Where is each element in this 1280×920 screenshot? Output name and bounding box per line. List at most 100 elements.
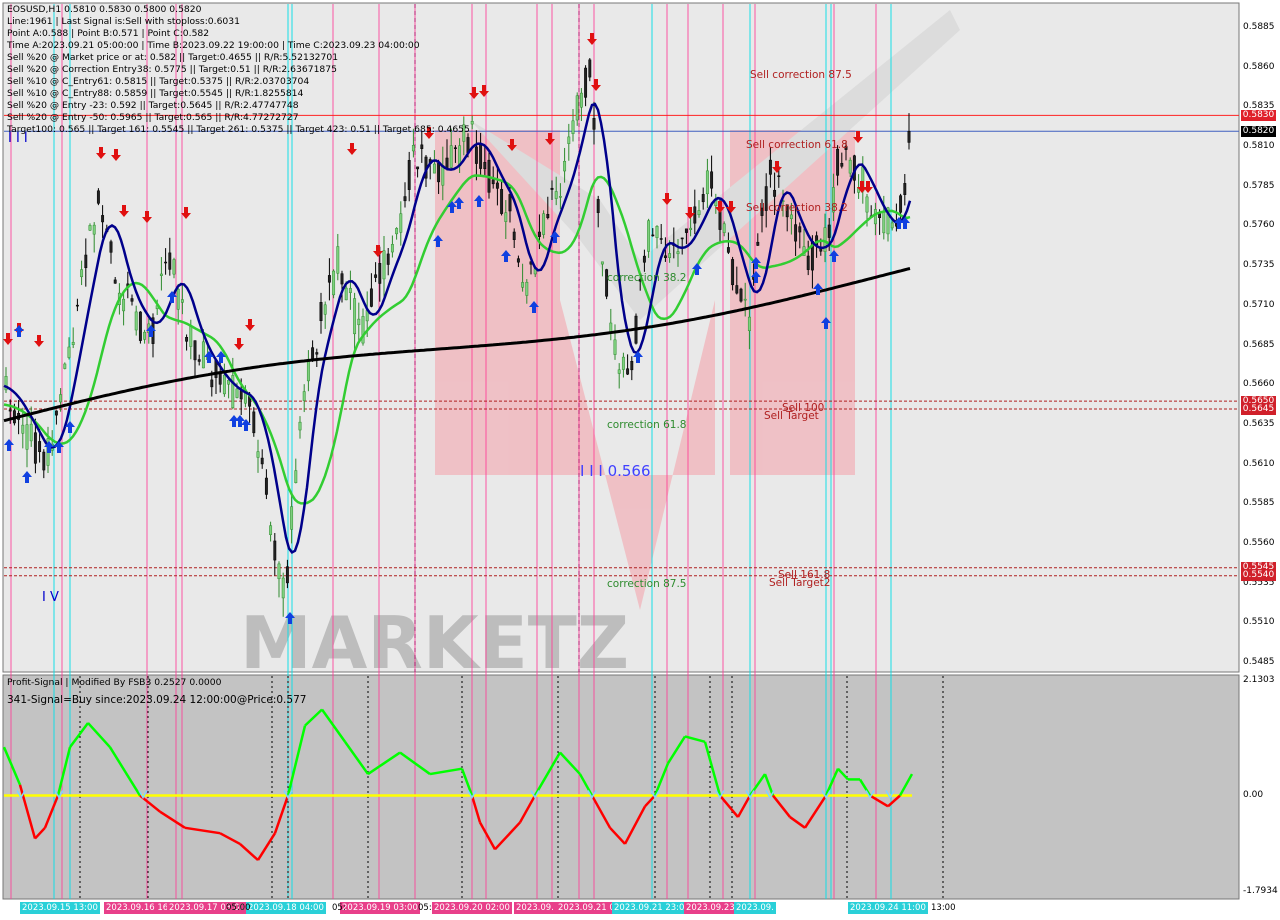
candle-body — [332, 270, 336, 296]
candle-body — [676, 251, 680, 255]
candle-body — [80, 269, 84, 278]
candle-body — [453, 147, 457, 149]
candle-body — [882, 211, 886, 234]
candle-body — [890, 222, 894, 229]
price-tick-label: 0.5710 — [1243, 299, 1275, 310]
info-line: Sell %20 @ Market price or at: 0.582 || … — [7, 52, 339, 63]
candle-body — [298, 421, 302, 431]
candle-body — [756, 241, 760, 246]
candle-body — [25, 424, 29, 450]
candle-body — [836, 148, 840, 176]
candle-body — [655, 226, 659, 238]
candle-body — [382, 250, 386, 280]
price-marker-box: 0.5645 — [1241, 403, 1276, 415]
candle-body — [277, 563, 281, 580]
candle-body — [75, 304, 79, 307]
candle-body — [311, 347, 315, 360]
candle-body — [449, 145, 453, 168]
candle-body — [483, 162, 487, 170]
time-label: 2023.09.21 23:00 — [612, 902, 692, 914]
candle-body — [172, 259, 176, 275]
candle-body — [285, 566, 289, 584]
candle-body — [768, 159, 772, 175]
price-tick-label: 0.5735 — [1243, 260, 1275, 271]
candle-body — [252, 411, 256, 434]
info-line: Sell %20 @ Entry -23: 0.592 || Target:0.… — [7, 100, 299, 111]
candle-body — [273, 540, 277, 561]
candle-body — [508, 194, 512, 212]
time-label: 2023.09.23 — [684, 902, 737, 914]
candle-body — [558, 196, 562, 198]
candle-body — [735, 285, 739, 294]
time-label-plain: 05:00 — [226, 903, 251, 913]
candle-body — [269, 525, 273, 535]
candle-body — [353, 298, 357, 335]
wave-label-iii-price: I I I 0.566 — [580, 462, 651, 480]
candle-body — [63, 363, 67, 369]
candle-body — [575, 95, 579, 121]
candle-body — [348, 288, 352, 293]
annotation-sell-correction-382: Sell correction 38.2 — [746, 202, 848, 214]
candle-body — [8, 409, 12, 412]
info-line: Sell %20 @ Entry -50: 0.5965 || Target:0… — [7, 112, 299, 123]
candle-body — [189, 326, 193, 347]
info-panel: EOSUSD,H1 0.5810 0.5830 0.5800 0.5820 Li… — [7, 4, 470, 136]
candle-body — [743, 298, 747, 301]
candle-body — [773, 189, 777, 197]
candle-body — [525, 281, 529, 296]
candle-body — [613, 339, 617, 355]
candle-body — [903, 183, 907, 195]
candle-body — [319, 302, 323, 322]
candle-body — [235, 388, 239, 398]
price-marker-box: 0.5830 — [1241, 109, 1276, 121]
candle-body — [474, 146, 478, 164]
info-line: Sell %20 @ Correction Entry38: 0.5775 ||… — [7, 64, 337, 75]
candle-body — [571, 120, 575, 134]
candle-body — [588, 59, 592, 78]
wave-label-iii: I I I — [8, 131, 28, 146]
price-tick-label: 0.5510 — [1243, 617, 1275, 628]
candle-body — [180, 299, 184, 303]
price-tick-label: 0.5560 — [1243, 537, 1275, 548]
oscillator-tick-label: -1.7934 — [1243, 886, 1278, 896]
candle-body — [537, 231, 541, 237]
candle-body — [630, 360, 634, 371]
candle-body — [584, 67, 588, 98]
price-tick-label: 0.5585 — [1243, 498, 1275, 509]
candle-body — [96, 190, 100, 204]
candle-body — [67, 346, 71, 358]
time-label-plain: 05: — [418, 903, 432, 913]
candle-body — [340, 273, 344, 285]
candle-body — [176, 288, 180, 310]
time-label: 2023.09.24 11:00 — [848, 902, 928, 914]
candle-body — [302, 391, 306, 401]
candle-body — [726, 247, 730, 253]
candle-body — [840, 163, 844, 167]
candle-body — [697, 210, 701, 215]
candle-body — [327, 275, 331, 283]
candle-body — [567, 136, 571, 144]
candle-body — [516, 258, 520, 263]
candle-body — [710, 171, 714, 189]
candle-body — [647, 220, 651, 252]
candle-body — [470, 121, 474, 125]
candle-body — [42, 451, 46, 471]
candle-body — [227, 379, 231, 385]
candle-body — [323, 304, 327, 315]
price-tick-label: 0.5635 — [1243, 418, 1275, 429]
candle-body — [642, 255, 646, 263]
candle-body — [621, 356, 625, 370]
price-marker-box: 0.5540 — [1241, 570, 1276, 582]
candle-body — [101, 215, 105, 223]
candle-body — [168, 252, 172, 270]
candle-body — [777, 175, 781, 178]
candle-body — [865, 196, 869, 213]
candle-body — [554, 191, 558, 199]
candle-body — [848, 159, 852, 174]
price-tick-label: 0.5485 — [1243, 657, 1275, 667]
candle-body — [432, 163, 436, 174]
candle-body — [122, 298, 126, 312]
candle-body — [512, 231, 516, 240]
price-tick-label: 0.5785 — [1243, 180, 1275, 191]
oscillator-signal: 341-Signal=Buy since:2023.09.24 12:00:00… — [7, 694, 307, 706]
